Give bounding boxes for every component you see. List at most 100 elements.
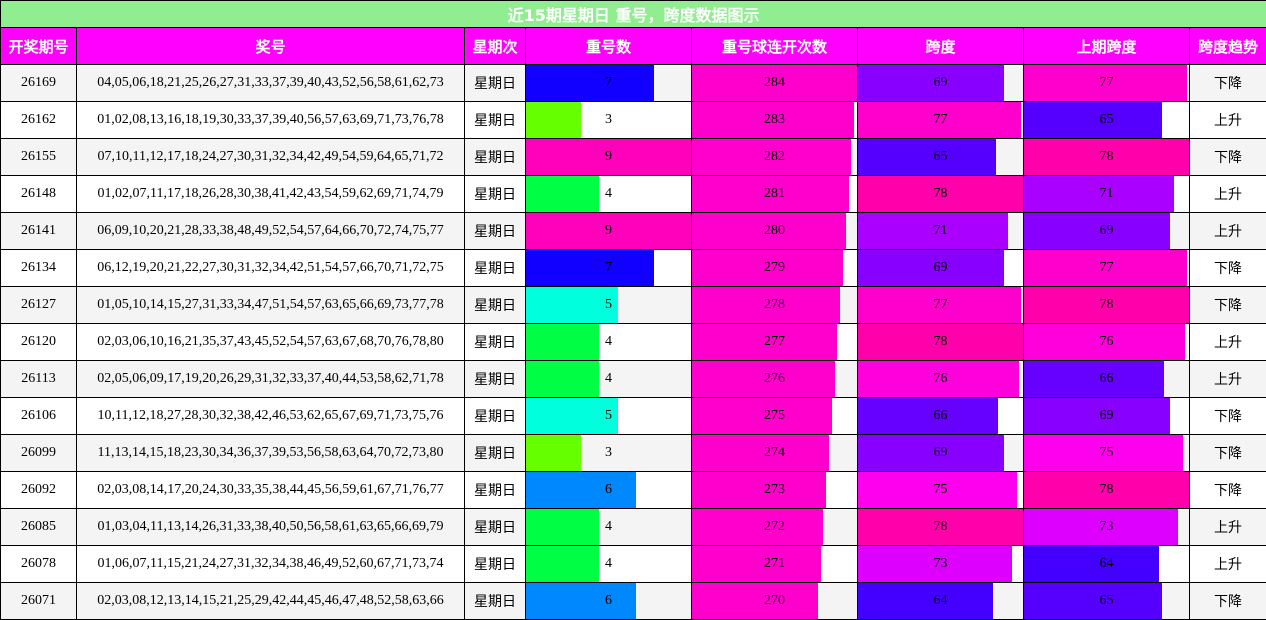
span-cell: 78 bbox=[857, 508, 1024, 546]
repeat-streak-cell: 277 bbox=[691, 323, 858, 361]
prev-span-cell: 77 bbox=[1023, 64, 1190, 102]
repeat-count-bar bbox=[526, 324, 600, 360]
repeat-count-label: 5 bbox=[605, 408, 612, 423]
weekday-cell: 星期日 bbox=[464, 138, 526, 176]
repeat-streak-label: 270 bbox=[764, 593, 785, 608]
span-label: 76 bbox=[933, 371, 948, 386]
span-label: 69 bbox=[933, 260, 948, 275]
repeat-count-bar bbox=[526, 546, 600, 582]
prev-span-cell: 77 bbox=[1023, 249, 1190, 287]
span-cell: 78 bbox=[857, 175, 1024, 213]
repeat-count-bar bbox=[526, 435, 581, 471]
repeat-streak-cell: 273 bbox=[691, 471, 858, 509]
span-cell: 76 bbox=[857, 360, 1024, 398]
repeat-count-label: 9 bbox=[605, 223, 612, 238]
prev-span-label: 76 bbox=[1099, 334, 1114, 349]
chart-container: 近15期星期日 重号，跨度数据图示 开奖期号 奖号 星期次 重号数 重号球连开次… bbox=[0, 0, 1266, 620]
issue-cell: 26113 bbox=[0, 360, 77, 398]
prev-span-cell: 66 bbox=[1023, 360, 1190, 398]
weekday-cell: 星期日 bbox=[464, 101, 526, 139]
table-row: 26169 04,05,06,18,21,25,26,27,31,33,37,39… bbox=[0, 64, 1266, 102]
repeat-streak-label: 279 bbox=[764, 260, 785, 275]
trend-cell: 下降 bbox=[1188, 249, 1266, 287]
span-bar bbox=[858, 65, 1004, 101]
repeat-count-label: 9 bbox=[605, 149, 612, 164]
repeat-count-cell: 9 bbox=[525, 212, 692, 250]
span-label: 64 bbox=[933, 593, 948, 608]
repeat-streak-label: 273 bbox=[764, 482, 785, 497]
repeat-streak-cell: 283 bbox=[691, 101, 858, 139]
span-label: 77 bbox=[933, 112, 948, 127]
table-row: 26092 02,03,08,14,17,20,24,30,33,35,38,44… bbox=[0, 471, 1266, 509]
span-label: 69 bbox=[933, 75, 948, 90]
weekday-cell: 星期日 bbox=[464, 545, 526, 583]
repeat-count-bar bbox=[526, 472, 636, 508]
repeat-count-bar bbox=[526, 102, 581, 138]
issue-cell: 26085 bbox=[0, 508, 77, 546]
table-row: 26071 02,03,08,12,13,14,15,21,25,29,42,44… bbox=[0, 582, 1266, 620]
issue-cell: 26141 bbox=[0, 212, 77, 250]
repeat-streak-cell: 282 bbox=[691, 138, 858, 176]
span-cell: 64 bbox=[857, 582, 1024, 620]
issue-cell: 26099 bbox=[0, 434, 77, 472]
prev-span-label: 78 bbox=[1099, 297, 1114, 312]
span-cell: 66 bbox=[857, 397, 1024, 435]
span-cell: 69 bbox=[857, 434, 1024, 472]
prev-span-label: 77 bbox=[1099, 260, 1114, 275]
prev-span-label: 71 bbox=[1099, 186, 1114, 201]
repeat-count-cell: 4 bbox=[525, 360, 692, 398]
span-bar bbox=[858, 435, 1004, 471]
weekday-cell: 星期日 bbox=[464, 323, 526, 361]
issue-cell: 26106 bbox=[0, 397, 77, 435]
repeat-count-cell: 6 bbox=[525, 582, 692, 620]
prev-span-cell: 78 bbox=[1023, 471, 1190, 509]
trend-cell: 上升 bbox=[1188, 508, 1266, 546]
repeat-streak-bar bbox=[692, 509, 824, 545]
prev-span-cell: 71 bbox=[1023, 175, 1190, 213]
repeat-count-bar bbox=[526, 250, 655, 286]
repeat-count-cell: 6 bbox=[525, 471, 692, 509]
repeat-streak-cell: 272 bbox=[691, 508, 858, 546]
issue-cell: 26071 bbox=[0, 582, 77, 620]
span-bar bbox=[858, 139, 996, 175]
repeat-count-label: 3 bbox=[605, 112, 612, 127]
numbers-cell: 11,13,14,15,18,23,30,34,36,37,39,53,56,5… bbox=[76, 434, 465, 472]
data-table: 近15期星期日 重号，跨度数据图示 开奖期号 奖号 星期次 重号数 重号球连开次… bbox=[0, 0, 1266, 620]
numbers-cell: 06,12,19,20,21,22,27,30,31,32,34,42,51,5… bbox=[76, 249, 465, 287]
repeat-count-label: 4 bbox=[605, 556, 612, 571]
prev-span-cell: 75 bbox=[1023, 434, 1190, 472]
prev-span-cell: 78 bbox=[1023, 286, 1190, 324]
issue-cell: 26127 bbox=[0, 286, 77, 324]
span-label: 66 bbox=[933, 408, 948, 423]
table-row: 26127 01,05,10,14,15,27,31,33,34,47,51,54… bbox=[0, 286, 1266, 324]
trend-cell: 上升 bbox=[1188, 101, 1266, 139]
weekday-cell: 星期日 bbox=[464, 64, 526, 102]
repeat-count-cell: 4 bbox=[525, 175, 692, 213]
span-label: 65 bbox=[933, 149, 948, 164]
table-row: 26085 01,03,04,11,13,14,26,31,33,38,40,50… bbox=[0, 508, 1266, 546]
span-cell: 77 bbox=[857, 286, 1024, 324]
prev-span-bar bbox=[1024, 102, 1162, 138]
repeat-streak-cell: 280 bbox=[691, 212, 858, 250]
span-label: 77 bbox=[933, 297, 948, 312]
issue-cell: 26092 bbox=[0, 471, 77, 509]
issue-cell: 26155 bbox=[0, 138, 77, 176]
prev-span-bar bbox=[1024, 583, 1162, 619]
repeat-count-label: 6 bbox=[605, 593, 612, 608]
repeat-count-cell: 4 bbox=[525, 508, 692, 546]
prev-span-cell: 76 bbox=[1023, 323, 1190, 361]
weekday-cell: 星期日 bbox=[464, 360, 526, 398]
repeat-count-cell: 7 bbox=[525, 64, 692, 102]
span-label: 73 bbox=[933, 556, 948, 571]
repeat-count-label: 4 bbox=[605, 186, 612, 201]
repeat-streak-label: 275 bbox=[764, 408, 785, 423]
repeat-count-bar bbox=[526, 287, 618, 323]
repeat-streak-cell: 278 bbox=[691, 286, 858, 324]
prev-span-label: 78 bbox=[1099, 149, 1114, 164]
weekday-cell: 星期日 bbox=[464, 286, 526, 324]
prev-span-label: 75 bbox=[1099, 445, 1114, 460]
prev-span-cell: 73 bbox=[1023, 508, 1190, 546]
numbers-cell: 01,06,07,11,15,21,24,27,31,32,34,38,46,4… bbox=[76, 545, 465, 583]
prev-span-label: 77 bbox=[1099, 75, 1114, 90]
weekday-cell: 星期日 bbox=[464, 212, 526, 250]
